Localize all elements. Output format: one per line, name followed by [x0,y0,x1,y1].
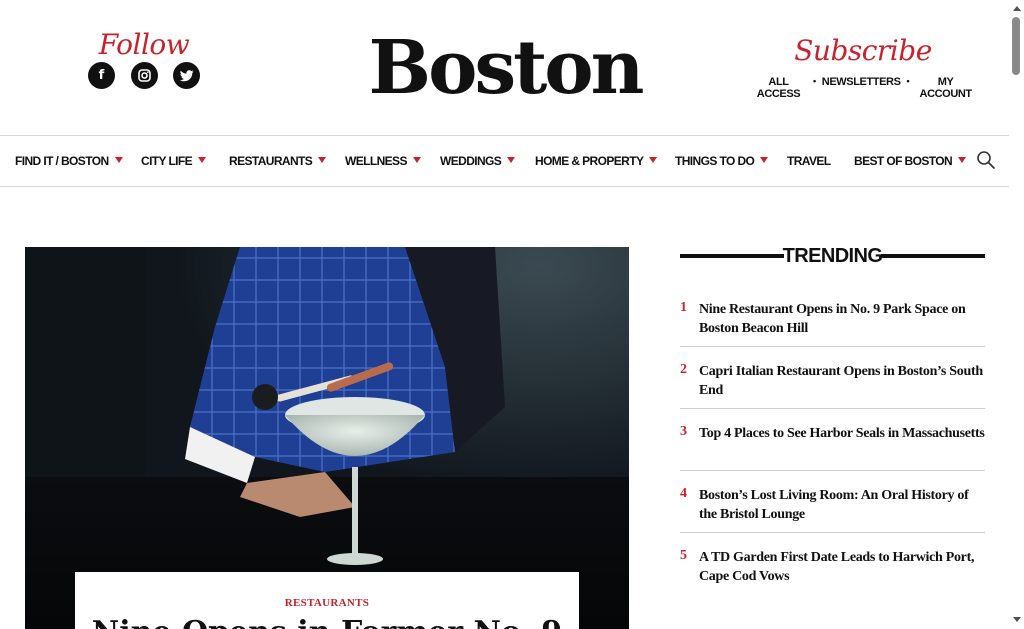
subscribe-block: Subscribe ALL ACCESS • NEWSLETTERS • MY … [750,34,976,100]
twitter-icon[interactable] [173,62,200,89]
nav-item-restaurants[interactable]: RESTAURANTS [229,154,327,168]
search-icon[interactable] [976,150,996,170]
trending-title[interactable]: Nine Restaurant Opens in No. 9 Park Spac… [699,300,985,338]
nav-item-home-property[interactable]: HOME & PROPERTY [535,154,658,168]
trending-number: 4 [680,486,687,501]
nav-item-label: FIND IT / BOSTON [15,154,109,168]
nav-item-label: RESTAURANTS [229,154,313,168]
caret-down-icon [649,157,658,163]
caret-down-icon [958,157,967,163]
page-scrollbar[interactable] [1009,0,1024,629]
instagram-icon[interactable] [130,62,158,89]
main-nav: FIND IT / BOSTON CITY LIFE RESTAURANTS W… [0,135,1009,187]
trending-item[interactable]: 3 Top 4 Places to See Harbor Seals in Ma… [680,424,985,471]
nav-item-weddings[interactable]: WEDDINGS [440,154,516,168]
caret-down-icon [507,157,516,163]
site-header: Follow f Boston Subscribe ALL ACCESS • N… [0,0,1009,135]
trending-number: 3 [680,424,687,439]
trending-section: TRENDING 1 Nine Restaurant Opens in No. … [680,240,985,595]
trending-title[interactable]: A TD Garden First Date Leads to Harwich … [699,548,985,586]
trending-number: 5 [680,548,687,563]
nav-item-label: THINGS TO DO [675,154,755,168]
trending-title[interactable]: Boston’s Lost Living Room: An Oral Histo… [699,486,985,524]
nav-item-find-it-boston[interactable]: FIND IT / BOSTON [15,154,123,168]
nav-item-label: HOME & PROPERTY [535,154,644,168]
trending-item[interactable]: 4 Boston’s Lost Living Room: An Oral His… [680,486,985,533]
nav-item-city-life[interactable]: CITY LIFE [141,154,207,168]
hero-card[interactable]: RESTAURANTS Nine Opens in Former No. 9 [75,572,579,629]
hero-category[interactable]: RESTAURANTS [75,597,579,609]
newsletters-link[interactable]: NEWSLETTERS [822,76,901,100]
trending-item[interactable]: 5 A TD Garden First Date Leads to Harwic… [680,548,985,595]
link-separator: • [906,76,910,86]
trending-heading: TRENDING [782,245,883,267]
caret-down-icon [760,157,769,163]
nav-item-label: BEST OF BOSTON [854,154,953,168]
hero-article[interactable]: RESTAURANTS Nine Opens in Former No. 9 [25,247,629,629]
site-logo[interactable]: Boston [352,28,658,108]
trending-item[interactable]: 1 Nine Restaurant Opens in No. 9 Park Sp… [680,300,985,347]
trending-title[interactable]: Top 4 Places to See Harbor Seals in Mass… [699,424,985,443]
nav-item-things-to-do[interactable]: THINGS TO DO [675,154,769,168]
trending-number: 1 [680,300,687,315]
trending-item[interactable]: 2 Capri Italian Restaurant Opens in Bost… [680,362,985,409]
nav-item-wellness[interactable]: WELLNESS [345,154,421,168]
caret-down-icon [198,157,207,163]
hero-title[interactable]: Nine Opens in Former No. 9 [75,615,579,629]
scrollbar-thumb[interactable] [1012,17,1020,75]
my-account-link[interactable]: MY ACCOUNT [915,76,976,100]
caret-down-icon [412,157,421,163]
scroll-up-arrow-icon[interactable] [1013,6,1021,11]
caret-down-icon [318,157,327,163]
link-separator: • [813,76,816,86]
nav-item-label: WEDDINGS [440,154,502,168]
trending-header: TRENDING [680,240,985,272]
nav-item-label: TRAVEL [787,154,831,168]
trending-title[interactable]: Capri Italian Restaurant Opens in Boston… [699,362,985,400]
divider [881,254,985,258]
nav-item-travel[interactable]: TRAVEL [787,154,831,168]
nav-item-best-of-boston[interactable]: BEST OF BOSTON [854,154,967,168]
subscribe-link[interactable]: Subscribe [750,34,976,68]
facebook-icon[interactable]: f [88,62,115,89]
nav-item-label: CITY LIFE [141,154,193,168]
social-links: f [88,62,200,89]
scroll-down-arrow-icon[interactable] [1013,617,1021,622]
divider [680,254,784,258]
account-links: ALL ACCESS • NEWSLETTERS • MY ACCOUNT [750,76,976,100]
all-access-link[interactable]: ALL ACCESS [750,76,807,100]
caret-down-icon [114,157,123,163]
follow-label: Follow [98,28,190,61]
nav-item-label: WELLNESS [345,154,407,168]
trending-number: 2 [680,362,687,377]
follow-block: Follow f [88,28,200,89]
